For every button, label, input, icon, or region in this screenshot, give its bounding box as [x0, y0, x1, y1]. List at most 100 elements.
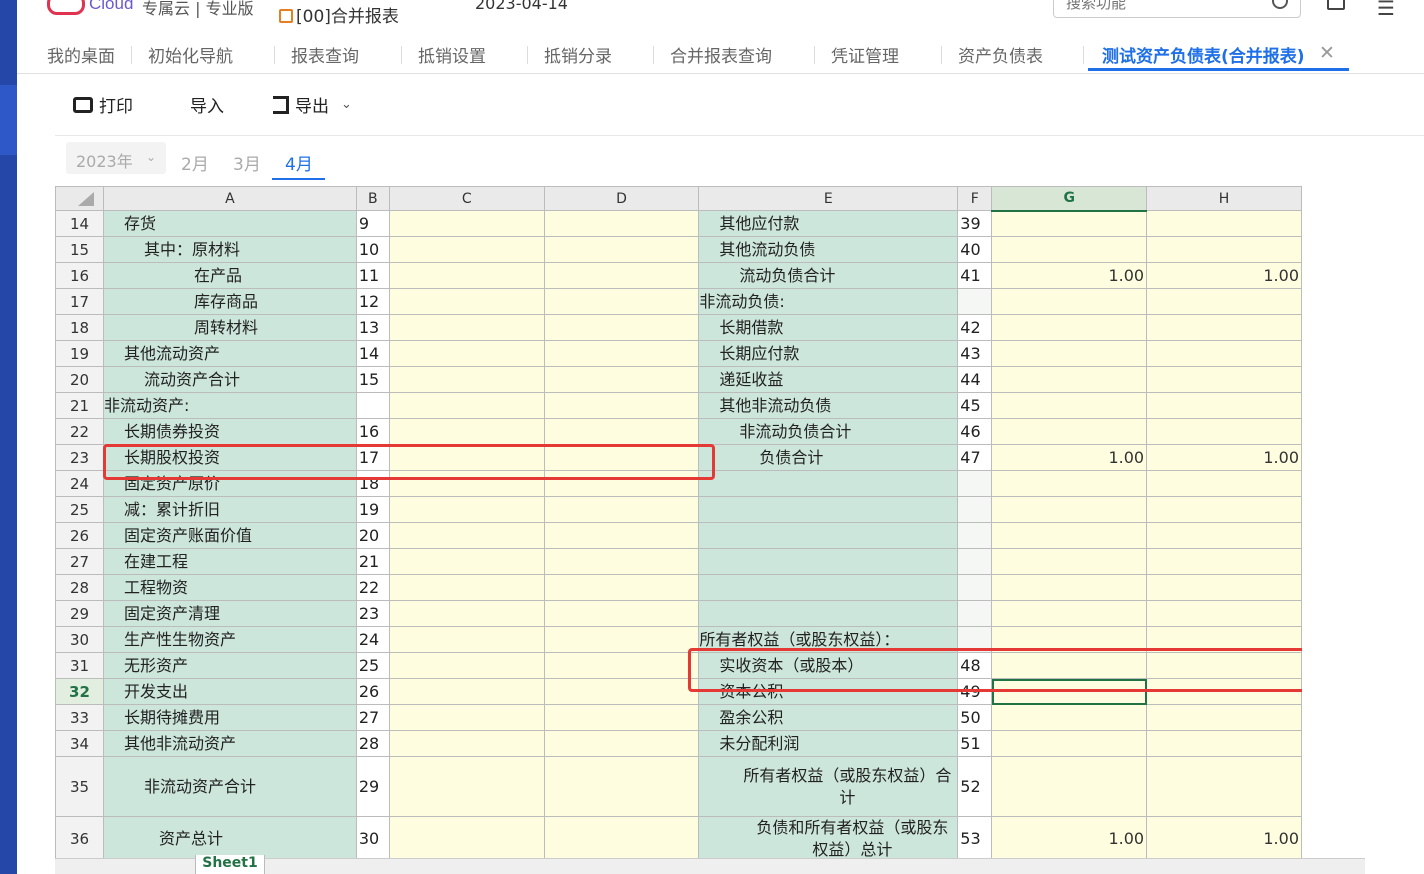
cell-item-liability[interactable]: 其他流动负债 — [698, 236, 959, 263]
cell-item-asset[interactable]: 减：累计折旧 — [102, 496, 357, 523]
column-header-c[interactable]: C — [388, 186, 545, 211]
cell-liability-begin[interactable] — [1146, 756, 1302, 817]
cell-asset-begin[interactable] — [543, 288, 700, 315]
tab-offset-entries[interactable]: 抵销分录 — [544, 42, 612, 67]
row-number[interactable]: 35 — [55, 756, 104, 817]
calculator-icon[interactable] — [1327, 0, 1345, 10]
cell-asset-end[interactable] — [388, 288, 545, 315]
cell-liability-begin[interactable] — [1146, 366, 1302, 393]
cell-liability-begin[interactable] — [1146, 704, 1302, 731]
cell-item-liability[interactable]: 非流动负债合计 — [698, 418, 959, 445]
cell-asset-end[interactable] — [388, 574, 545, 601]
cell-item-asset[interactable]: 其他流动资产 — [102, 340, 357, 367]
cell-asset-begin[interactable] — [543, 522, 700, 549]
cell-line-no-asset[interactable]: 20 — [355, 522, 390, 549]
cell-liability-end[interactable] — [991, 340, 1148, 367]
cell-liability-begin[interactable] — [1146, 548, 1302, 575]
cell-item-asset[interactable]: 固定资产清理 — [102, 600, 357, 627]
cell-asset-end[interactable] — [388, 730, 545, 757]
cell-liability-begin[interactable] — [1146, 600, 1302, 627]
function-search[interactable] — [1053, 0, 1301, 18]
select-all-corner[interactable] — [55, 186, 104, 211]
column-header-g[interactable]: G — [991, 186, 1148, 212]
cell-liability-end[interactable] — [991, 392, 1148, 419]
column-header-e[interactable]: E — [698, 186, 959, 211]
cell-item-liability[interactable]: 非流动负债: — [698, 288, 959, 315]
cell-line-no-liability[interactable] — [957, 522, 993, 549]
cell-line-no-liability[interactable]: 43 — [957, 340, 993, 367]
cell-asset-begin[interactable] — [543, 470, 700, 497]
row-number[interactable]: 30 — [55, 626, 104, 653]
cell-asset-end[interactable] — [388, 262, 545, 289]
cell-asset-end[interactable] — [388, 444, 545, 471]
cell-item-asset[interactable]: 无形资产 — [102, 652, 357, 679]
cell-liability-begin[interactable] — [1146, 340, 1302, 367]
cell-item-liability[interactable]: 负债合计 — [698, 444, 959, 471]
cell-item-liability[interactable]: 其他应付款 — [698, 210, 959, 237]
cell-item-liability[interactable]: 负债和所有者权益（或股东权益）总计 — [698, 816, 959, 862]
row-number[interactable]: 19 — [55, 340, 104, 367]
cell-line-no-asset[interactable]: 26 — [355, 678, 390, 705]
cell-asset-end[interactable] — [388, 756, 545, 817]
cell-liability-begin[interactable] — [1146, 730, 1302, 757]
cell-liability-end[interactable]: 1.00 — [991, 816, 1148, 862]
cell-line-no-liability[interactable]: 52 — [957, 756, 993, 817]
cell-asset-begin[interactable] — [543, 314, 700, 341]
row-number[interactable]: 20 — [55, 366, 104, 393]
cell-asset-end[interactable] — [388, 548, 545, 575]
column-header-f[interactable]: F — [957, 186, 993, 211]
cell-item-liability[interactable] — [698, 548, 959, 575]
cell-line-no-asset[interactable]: 21 — [355, 548, 390, 575]
cell-liability-end[interactable] — [991, 236, 1148, 263]
cell-line-no-asset[interactable]: 25 — [355, 652, 390, 679]
cell-item-asset[interactable]: 生产性生物资产 — [102, 626, 357, 653]
cell-line-no-asset[interactable]: 12 — [355, 288, 390, 315]
cell-liability-begin[interactable] — [1146, 236, 1302, 263]
cell-line-no-asset[interactable]: 24 — [355, 626, 390, 653]
cell-line-no-asset[interactable]: 17 — [355, 444, 390, 471]
cell-item-asset[interactable]: 存货 — [102, 210, 357, 237]
cell-line-no-liability[interactable]: 47 — [957, 444, 993, 471]
cell-line-no-liability[interactable]: 39 — [957, 210, 993, 237]
cell-line-no-asset[interactable]: 28 — [355, 730, 390, 757]
cell-item-asset[interactable]: 固定资产账面价值 — [102, 522, 357, 549]
row-number[interactable]: 34 — [55, 730, 104, 757]
left-nav-active-segment[interactable] — [0, 85, 17, 155]
cell-asset-end[interactable] — [388, 652, 545, 679]
cell-item-liability[interactable] — [698, 522, 959, 549]
month-tab-mar[interactable]: 3月 — [233, 150, 261, 175]
search-icon[interactable] — [1272, 0, 1288, 9]
cell-line-no-liability[interactable] — [957, 574, 993, 601]
tab-voucher-management[interactable]: 凭证管理 — [831, 42, 899, 67]
cell-line-no-asset[interactable]: 29 — [355, 756, 390, 817]
cell-line-no-asset[interactable]: 16 — [355, 418, 390, 445]
month-tab-feb[interactable]: 2月 — [181, 150, 209, 175]
cell-asset-begin[interactable] — [543, 730, 700, 757]
cell-liability-end[interactable] — [991, 522, 1148, 549]
cell-item-liability[interactable]: 盈余公积 — [698, 704, 959, 731]
cell-liability-end[interactable] — [991, 288, 1148, 315]
cell-liability-begin[interactable] — [1146, 522, 1302, 549]
cell-liability-begin[interactable] — [1146, 392, 1302, 419]
cell-item-asset[interactable]: 在建工程 — [102, 548, 357, 575]
cell-liability-begin[interactable] — [1146, 210, 1302, 237]
row-number[interactable]: 24 — [55, 470, 104, 497]
tab-consolidated-query[interactable]: 合并报表查询 — [670, 42, 772, 67]
row-number[interactable]: 14 — [55, 210, 104, 237]
cell-line-no-liability[interactable] — [957, 548, 993, 575]
cell-line-no-asset[interactable]: 22 — [355, 574, 390, 601]
cell-line-no-liability[interactable]: 50 — [957, 704, 993, 731]
row-number[interactable]: 29 — [55, 600, 104, 627]
cell-liability-end[interactable] — [991, 470, 1148, 497]
cell-asset-begin[interactable] — [543, 392, 700, 419]
row-number[interactable]: 33 — [55, 704, 104, 731]
cell-line-no-asset[interactable]: 30 — [355, 816, 390, 862]
cell-asset-begin[interactable] — [543, 548, 700, 575]
cell-line-no-liability[interactable] — [957, 470, 993, 497]
cell-asset-begin[interactable] — [543, 444, 700, 471]
cell-asset-end[interactable] — [388, 626, 545, 653]
cell-item-liability[interactable]: 递延收益 — [698, 366, 959, 393]
cell-liability-end[interactable]: 1.00 — [991, 444, 1148, 471]
cell-liability-begin[interactable]: 1.00 — [1146, 262, 1302, 289]
cell-item-asset[interactable]: 库存商品 — [102, 288, 357, 315]
